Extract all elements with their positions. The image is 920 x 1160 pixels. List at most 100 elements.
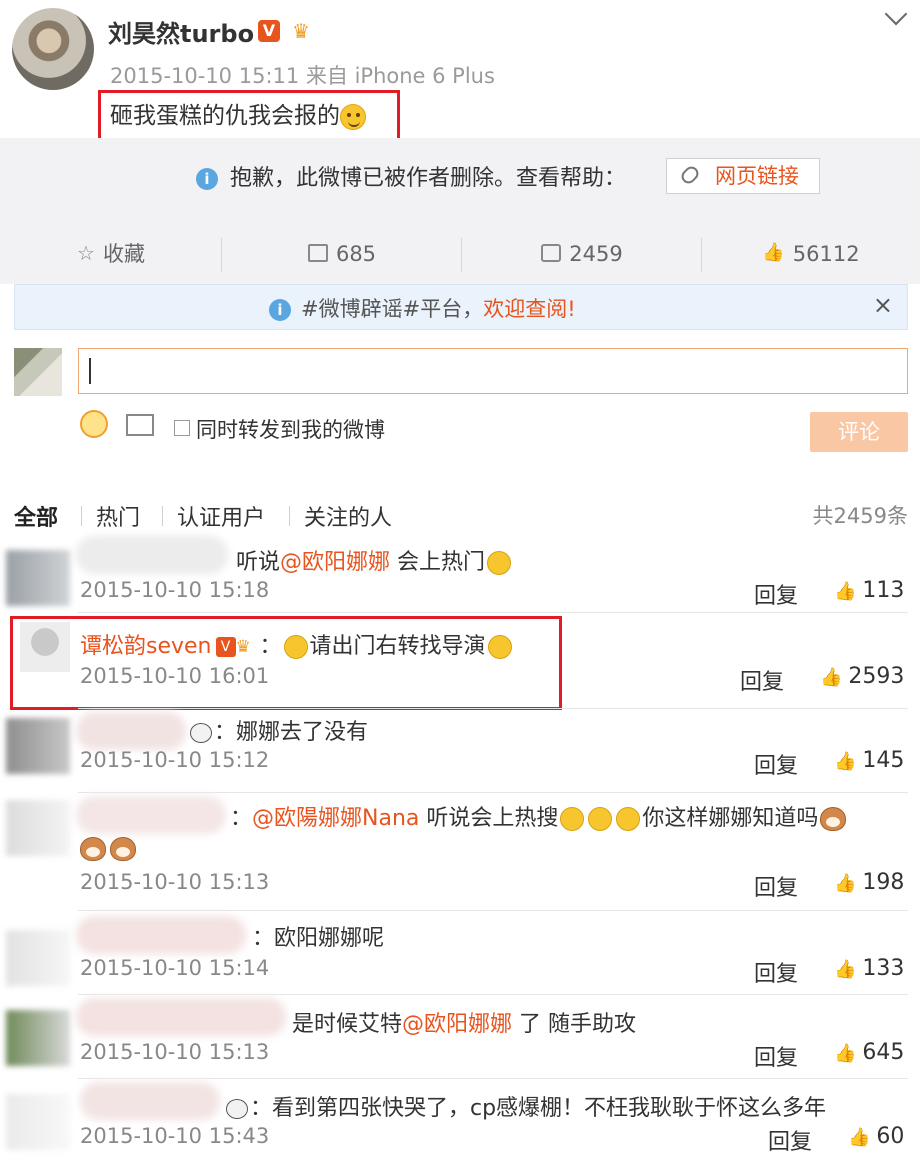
info-icon: i [269,299,291,321]
comment-emoji-line [78,836,138,861]
mention-link[interactable]: @欧阳娜娜 [402,1012,512,1037]
image-upload-icon[interactable] [126,414,154,436]
thumbs-up-icon: 👍 [834,1043,857,1064]
laugh-emoji-icon [283,635,308,659]
thumbs-up-icon: 👍 [834,581,857,602]
reply-button[interactable]: 回复 [754,578,798,610]
repost-checkbox-label[interactable]: 同时转发到我的微博 [196,414,385,444]
link-icon [678,163,702,187]
post-card: 刘昊然turbo V ♛ 2015-10-10 15:11 来自 iPhone … [0,0,920,146]
dog-emoji-icon [110,837,136,861]
comment-item: ：@欧陽娜娜Nana 听说会上热搜 你这样娜娜知道吗 2015-10-10 15:… [0,792,920,910]
repost-icon [307,244,328,262]
cat-emoji-icon [560,807,585,831]
panda-emoji-icon [226,1099,248,1119]
repost-button[interactable]: 685 [222,224,462,284]
tab-hot[interactable]: 热门 [96,500,140,532]
commenter-avatar[interactable] [6,550,70,606]
thumbs-up-icon: 👍 [762,242,785,263]
chevron-down-icon[interactable] [884,2,908,26]
verified-badge-icon: V [258,20,280,42]
laugh-emoji-icon [487,551,512,575]
comment-like-button[interactable]: 👍 2593 [820,664,904,689]
rumor-link[interactable]: #微博辟谣#平台， [301,297,483,321]
blurred-username [80,1082,220,1120]
web-link-button[interactable]: 网页链接 [666,158,820,194]
info-icon: i [196,168,218,190]
comment-time: 2015-10-10 15:13 [80,1040,270,1064]
comment-time: 2015-10-10 15:18 [80,578,270,602]
post-meta: 2015-10-10 15:11 来自 iPhone 6 Plus [110,64,495,88]
reply-button[interactable]: 回复 [754,1040,798,1072]
comment-like-button[interactable]: 👍 60 [848,1124,904,1149]
reply-button[interactable]: 回复 [754,870,798,902]
comment-text: ：看到第四张快哭了，cp感爆棚！不枉我耿耿于怀这么多年 [226,1090,826,1122]
reply-button[interactable]: 回复 [754,956,798,988]
post-text: 砸我蛋糕的仇我会报的 [110,96,366,130]
grin-emoji-icon [340,103,366,130]
thumbs-up-icon: 👍 [848,1127,871,1148]
divider [162,506,163,526]
thumbs-up-icon: 👍 [834,873,857,894]
tab-all[interactable]: 全部 [14,500,58,532]
comment-like-button[interactable]: 👍 198 [834,870,904,895]
reply-button[interactable]: 回复 [754,748,798,780]
comment-like-button[interactable]: 👍 645 [834,1040,904,1065]
dog-emoji-icon [80,837,106,861]
favorite-button[interactable]: ☆ 收藏 [0,224,222,284]
star-icon: ☆ [77,241,95,265]
reply-button[interactable]: 回复 [768,1124,812,1156]
comment-like-button[interactable]: 👍 133 [834,956,904,981]
comment-tabs: 全部 热门 认证用户 关注的人 共2459条 [14,500,908,532]
comment-time: 2015-10-10 15:43 [80,1124,270,1148]
thumbs-up-icon: 👍 [820,667,843,688]
commenter-avatar[interactable] [6,718,70,774]
dog-emoji-icon [820,807,847,831]
mention-link[interactable]: @欧陽娜娜Nana [252,806,419,831]
comment-like-button[interactable]: 👍 113 [834,578,904,603]
submit-comment-button[interactable]: 评论 [810,412,908,452]
comment-button[interactable]: 2459 [462,224,702,284]
rumor-highlight[interactable]: 欢迎查阅! [483,297,575,321]
commenter-avatar[interactable] [6,800,70,856]
comment-time: 2015-10-10 15:12 [80,748,270,772]
author-avatar[interactable] [12,8,94,90]
close-icon[interactable]: × [873,291,893,319]
comment-total: 共2459条 [812,504,908,528]
blurred-username [76,536,228,574]
comment-input[interactable] [78,348,908,394]
thumbs-up-icon: 👍 [834,959,857,980]
commenter-avatar[interactable] [20,622,70,672]
comment-like-button[interactable]: 👍 145 [834,748,904,773]
comment-text: 谭松韵seven V ♛：请出门右转找导演 [80,628,514,660]
mention-link[interactable]: @欧阳娜娜 [280,550,390,575]
crown-badge-icon: ♛ [235,637,251,657]
comment-icon [541,244,562,262]
commenter-name[interactable]: 谭松韵seven [80,634,212,659]
comment-text: 是时候艾特@欧阳娜娜 了 随手助攻 [292,1012,637,1037]
commenter-avatar[interactable] [6,1010,70,1066]
deleted-text: 抱歉，此微博已被作者删除。查看帮助： [230,166,627,191]
repost-checkbox[interactable] [174,420,190,436]
divider [289,506,290,526]
tab-verified[interactable]: 认证用户 [177,500,265,532]
comment-item: 是时候艾特@欧阳娜娜 了 随手助攻 2015-10-10 15:13 回复 👍 6… [0,994,920,1078]
blurred-username [76,712,186,750]
comment-text: ：欧阳娜娜呢 [252,926,385,951]
blurred-username [76,998,286,1036]
comment-time: 2015-10-10 15:13 [80,870,270,894]
thumbs-up-icon: 👍 [834,751,857,772]
author-name[interactable]: 刘昊然turbo [108,14,254,49]
comment-time: 2015-10-10 15:14 [80,956,270,980]
comment-text: ：娜娜去了没有 [190,714,368,746]
tab-following[interactable]: 关注的人 [304,500,392,532]
commenter-avatar[interactable] [6,1094,70,1150]
commenter-avatar[interactable] [6,930,70,986]
blurred-username [76,796,226,834]
rumor-banner: i #微博辟谣#平台，欢迎查阅! × [14,284,908,330]
reply-button[interactable]: 回复 [740,664,784,696]
comment-text: 听说@欧阳娜娜 会上热门 [236,544,513,576]
like-button[interactable]: 👍 56112 [702,224,920,284]
action-bar: ☆ 收藏 685 2459 👍 56112 [0,224,920,284]
emoji-picker-icon[interactable] [80,410,108,438]
